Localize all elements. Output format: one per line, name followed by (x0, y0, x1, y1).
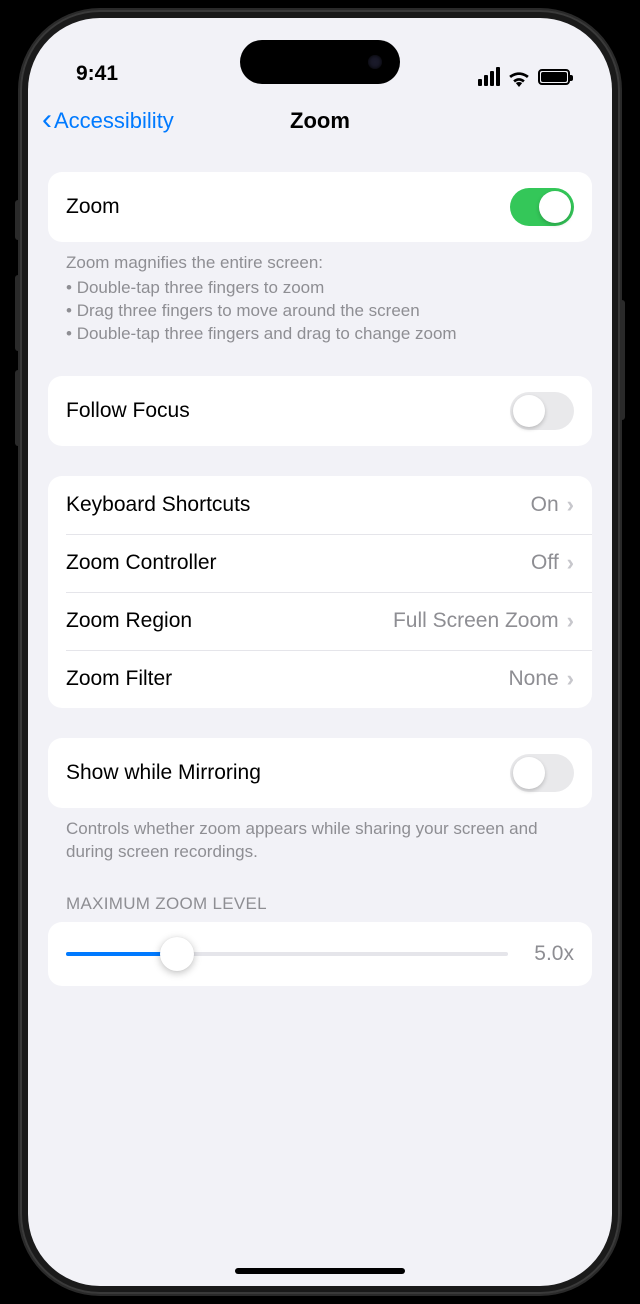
show-while-mirroring-label: Show while Mirroring (66, 761, 261, 785)
show-while-mirroring-toggle[interactable] (510, 754, 574, 792)
chevron-right-icon: › (567, 550, 574, 576)
page-title: Zoom (290, 108, 350, 134)
keyboard-shortcuts-row[interactable]: Keyboard Shortcuts On › (48, 476, 592, 534)
follow-focus-toggle[interactable] (510, 392, 574, 430)
max-zoom-header: MAXIMUM ZOOM LEVEL (48, 864, 592, 922)
chevron-right-icon: › (567, 608, 574, 634)
max-zoom-slider[interactable] (66, 952, 508, 956)
follow-focus-row: Follow Focus (48, 376, 592, 446)
home-indicator[interactable] (235, 1268, 405, 1274)
zoom-toggle[interactable] (510, 188, 574, 226)
zoom-help-text: Zoom magnifies the entire screen: Double… (48, 242, 592, 346)
zoom-controller-row[interactable]: Zoom Controller Off › (48, 534, 592, 592)
mirroring-help-text: Controls whether zoom appears while shar… (48, 808, 592, 864)
back-button[interactable]: ‹ Accessibility (42, 107, 174, 135)
zoom-region-row[interactable]: Zoom Region Full Screen Zoom › (48, 592, 592, 650)
max-zoom-slider-row: 5.0x (48, 922, 592, 986)
chevron-left-icon: ‹ (42, 105, 52, 135)
dynamic-island (240, 40, 400, 84)
status-time: 9:41 (76, 62, 118, 86)
wifi-icon (508, 69, 530, 85)
follow-focus-label: Follow Focus (66, 399, 190, 423)
zoom-toggle-row: Zoom (48, 172, 592, 242)
cellular-signal-icon (478, 67, 500, 86)
chevron-right-icon: › (567, 666, 574, 692)
chevron-right-icon: › (567, 492, 574, 518)
zoom-toggle-label: Zoom (66, 195, 120, 219)
navigation-bar: ‹ Accessibility Zoom (28, 94, 612, 148)
battery-icon (538, 69, 570, 85)
zoom-filter-row[interactable]: Zoom Filter None › (48, 650, 592, 708)
max-zoom-value: 5.0x (524, 942, 574, 966)
back-button-label: Accessibility (54, 108, 174, 134)
show-while-mirroring-row: Show while Mirroring (48, 738, 592, 808)
